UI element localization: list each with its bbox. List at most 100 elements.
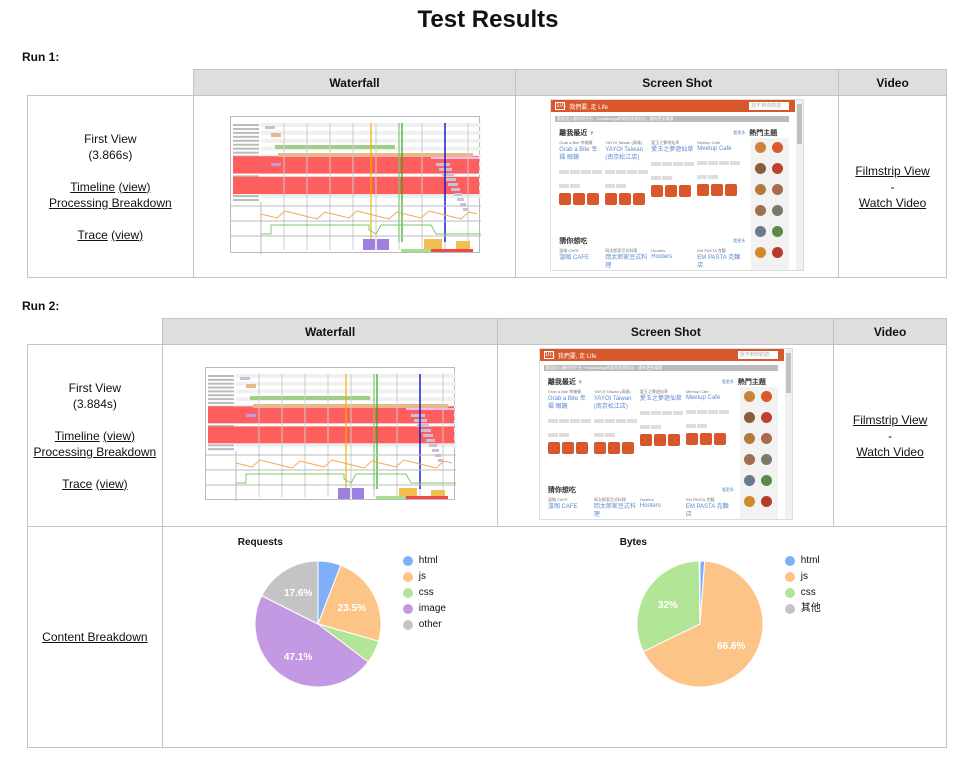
view-name: First View — [68, 380, 122, 395]
map-pin-icon[interactable] — [621, 442, 634, 454]
shop-tag — [559, 184, 570, 188]
timeline-view-link[interactable]: (view) — [103, 429, 135, 443]
theme-icon[interactable] — [743, 412, 755, 423]
shop-card[interactable]: EM PASTA 克麵 EM PASTA 克麵 店 — [697, 248, 741, 270]
processing-breakdown-link[interactable]: Processing Breakdown — [34, 445, 157, 459]
theme-icon[interactable] — [743, 433, 755, 444]
legend-label: 其他 — [800, 603, 821, 614]
shop-tag — [696, 424, 707, 428]
timeline-bar — [400, 249, 431, 252]
shop-card[interactable]: 溫咖 CAFE 溫咖 CAFE — [548, 497, 592, 511]
phone-icon[interactable] — [559, 193, 572, 205]
menu-icon[interactable] — [665, 185, 678, 197]
theme-icon[interactable] — [760, 412, 772, 423]
request-bar — [447, 183, 458, 186]
shop-card[interactable]: Meetup Cafe Meetup Cafe — [697, 140, 741, 199]
waterfall-thumbnail[interactable] — [205, 367, 457, 501]
shop-card[interactable]: 愛玉之夢遊仙草 愛玉之夢遊仙草 — [651, 140, 695, 200]
shop-tag — [672, 411, 683, 415]
legend-item-other: other — [402, 617, 446, 633]
header-screenshot: Screen Shot — [515, 69, 840, 96]
shop-card[interactable]: Meetup Cafe Meetup Cafe — [685, 389, 730, 448]
watch-video-link[interactable]: Watch Video — [856, 445, 923, 459]
site-search-input[interactable]: 找不到你的店 — [737, 351, 778, 359]
processing-breakdown-link[interactable]: Processing Breakdown — [49, 196, 172, 210]
request-bar — [411, 414, 426, 417]
shop-card[interactable]: Grab a Bite 幸福餐 Grab a Bite 幸福 眼鏡 — [559, 140, 603, 208]
trace-link[interactable]: Trace — [78, 228, 108, 242]
map-pin-icon[interactable] — [713, 433, 726, 445]
map-pin-icon[interactable] — [633, 193, 646, 205]
phone-icon[interactable] — [547, 442, 560, 454]
shop-card[interactable]: 溫咖 CAFE 溫咖 CAFE — [559, 248, 603, 262]
trace-view-link[interactable]: (view) — [111, 228, 143, 242]
filmstrip-link[interactable]: Filmstrip View — [853, 413, 927, 427]
theme-icon[interactable] — [760, 496, 772, 507]
section-suggest-title: 猜你想吃 — [559, 238, 588, 245]
request-bar — [438, 459, 444, 462]
shop-card[interactable]: 愛玉之夢遊仙草 愛玉之夢遊仙草 — [639, 389, 684, 449]
shop-card[interactable]: 岡太郎家豆式料理 岡太郎家豆式料理 — [594, 497, 638, 519]
map-pin-icon[interactable] — [725, 184, 738, 196]
map-pin-icon[interactable] — [575, 442, 588, 454]
phone-icon[interactable] — [685, 433, 698, 445]
shop-card[interactable]: YAYOI Taiwan (高雄) YAYOI Taiwan (南京松江店) — [593, 389, 638, 457]
menu-icon[interactable] — [699, 433, 712, 445]
theme-icon[interactable] — [743, 454, 755, 465]
theme-icon[interactable] — [743, 391, 755, 402]
trace-link[interactable]: Trace — [62, 477, 92, 491]
phone-icon[interactable] — [593, 442, 606, 454]
screenshot-thumbnail[interactable]: 101 我們要, 走 Life 找不到你的店 歡迎加入最好的平台 · Kowabung… — [550, 99, 805, 271]
shop-card[interactable]: Hooters Hooters — [640, 497, 684, 510]
map-pin-icon[interactable] — [679, 185, 692, 197]
waterfall-thumbnail[interactable] — [229, 116, 481, 254]
request-bar — [432, 449, 440, 452]
shop-card[interactable]: Grab a Bite 幸福餐 Grab a Bite 幸福 眼鏡 — [547, 389, 592, 457]
shop-tag — [718, 410, 729, 414]
timeline-view-link[interactable]: (view) — [118, 180, 150, 194]
more-link[interactable]: 看更多 — [722, 379, 734, 385]
site-brand: 我們要, 走 Life — [569, 105, 608, 111]
site-search-input[interactable]: 找不到你的店 — [749, 102, 790, 110]
theme-icon[interactable] — [760, 391, 772, 402]
shop-card[interactable]: Hooters Hooters — [651, 248, 695, 261]
more-link[interactable]: 看更多 — [733, 238, 745, 244]
theme-icon[interactable] — [743, 475, 755, 486]
theme-icon[interactable] — [760, 454, 772, 465]
shop-card[interactable]: EM PASTA 克麵 EM PASTA 克麵 店 — [686, 497, 730, 519]
trace-view-link[interactable]: (view) — [96, 477, 128, 491]
watch-video-link[interactable]: Watch Video — [859, 196, 926, 210]
timeline-link[interactable]: Timeline — [70, 180, 115, 194]
theme-icon[interactable] — [743, 496, 755, 507]
timeline-link[interactable]: Timeline — [55, 429, 100, 443]
menu-icon[interactable] — [619, 193, 632, 205]
site-scrollbar[interactable] — [784, 349, 792, 519]
more-link[interactable]: 看更多 — [733, 130, 745, 136]
theme-icon[interactable] — [760, 433, 772, 444]
filmstrip-link[interactable]: Filmstrip View — [855, 164, 929, 178]
phone-icon[interactable] — [639, 434, 652, 446]
theme-icon[interactable] — [760, 475, 772, 486]
shop-tags — [697, 154, 741, 182]
map-pin-icon[interactable] — [587, 193, 600, 205]
shop-card[interactable]: YAYOI Taiwan (高雄) YAYOI Taiwan (南京松江店) — [605, 140, 649, 208]
menu-icon[interactable] — [573, 193, 586, 205]
more-link[interactable]: 看更多 — [722, 487, 734, 493]
menu-icon[interactable] — [711, 184, 724, 196]
phone-icon[interactable] — [605, 193, 618, 205]
legend-label: image — [418, 603, 446, 614]
screenshot-thumbnail[interactable]: 101 我們要, 走 Life 找不到你的店 歡迎加入最好的平台 · Kowabung… — [538, 348, 793, 520]
menu-icon[interactable] — [653, 434, 666, 446]
content-breakdown-charts: Requests 23.5% 47.1% 17.6% html js css image o… — [161, 526, 948, 748]
shop-name: 岡太郎家豆式料理 — [605, 255, 648, 269]
shop-tags — [605, 163, 649, 191]
shop-card[interactable]: 岡太郎家豆式料理 岡太郎家豆式料理 — [605, 248, 649, 270]
menu-icon[interactable] — [607, 442, 620, 454]
site-scrollbar[interactable] — [796, 100, 804, 270]
phone-icon[interactable] — [651, 185, 664, 197]
menu-icon[interactable] — [561, 442, 574, 454]
content-breakdown-link[interactable]: Content Breakdown — [42, 630, 147, 644]
themes-title: 熱門主題 — [749, 130, 778, 137]
phone-icon[interactable] — [697, 184, 710, 196]
map-pin-icon[interactable] — [667, 434, 680, 446]
